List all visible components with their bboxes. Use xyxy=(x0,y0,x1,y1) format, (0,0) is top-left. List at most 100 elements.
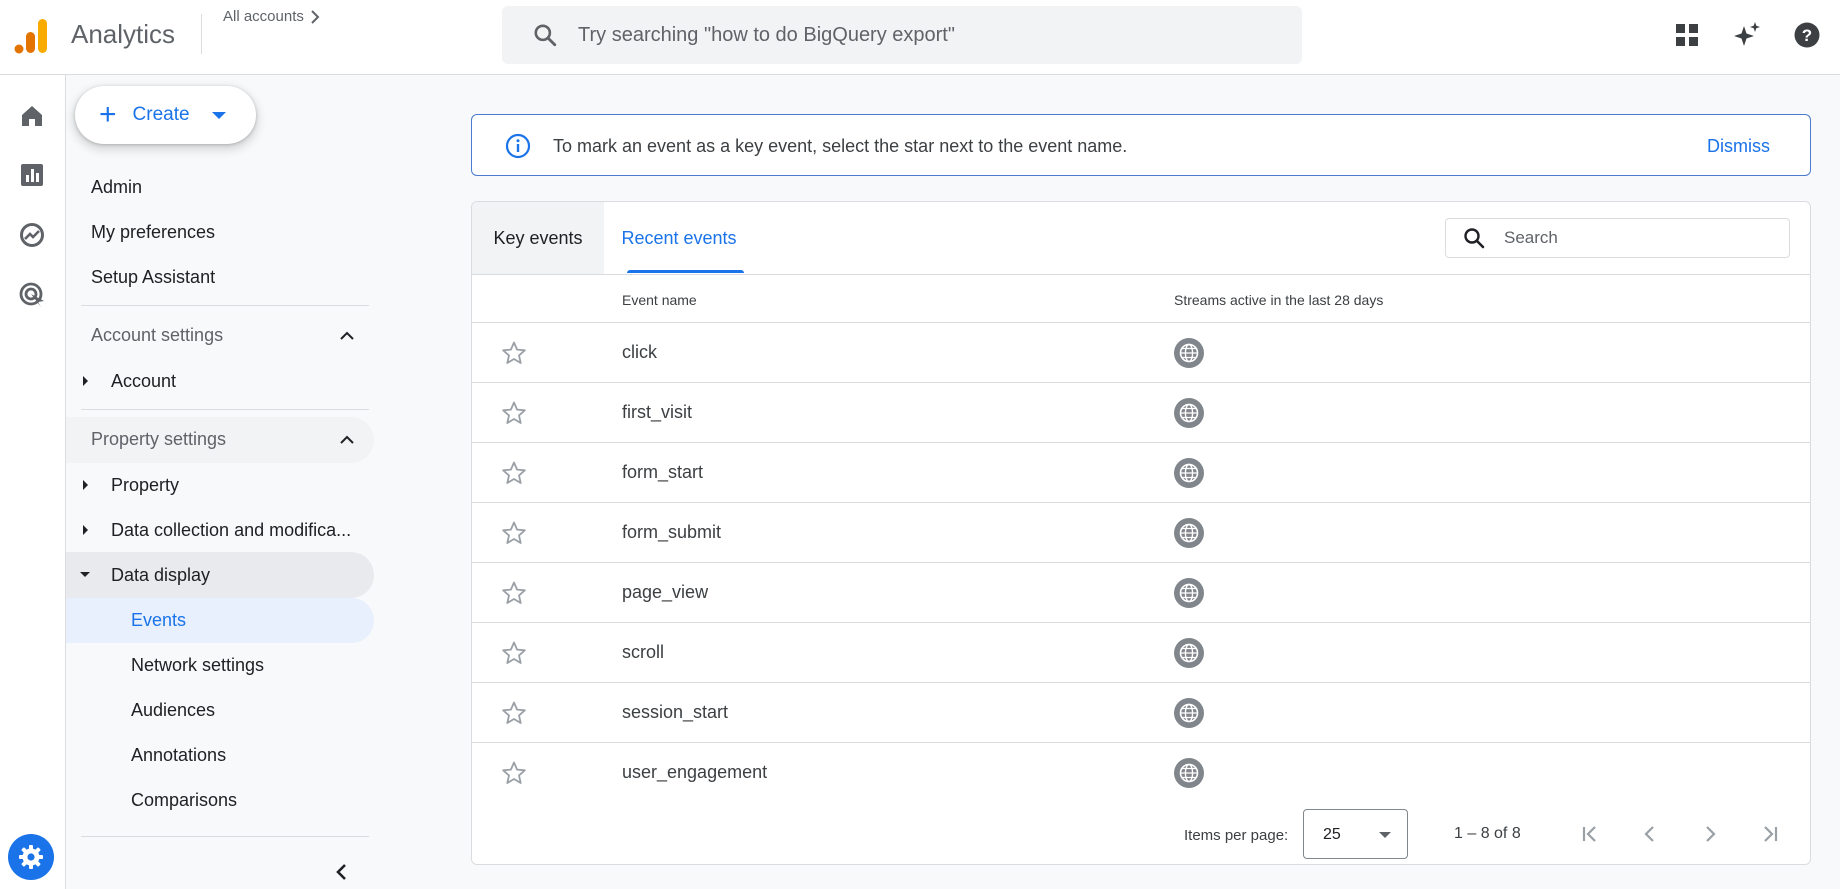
star-icon[interactable] xyxy=(501,580,527,606)
home-icon[interactable] xyxy=(18,102,46,130)
globe-icon xyxy=(1174,398,1204,428)
account-settings-header[interactable]: Account settings xyxy=(91,325,223,346)
event-name: click xyxy=(622,342,657,362)
create-button[interactable]: + Create xyxy=(75,86,256,144)
event-name: form_submit xyxy=(622,522,722,542)
sparkle-icon[interactable] xyxy=(1732,20,1762,50)
globe-icon xyxy=(1174,578,1204,608)
nav-events[interactable]: Events xyxy=(131,610,186,631)
chevron-up-icon[interactable] xyxy=(338,431,356,449)
search-icon xyxy=(1464,228,1485,249)
table-row[interactable]: session_start xyxy=(472,682,1810,742)
nav-account[interactable]: Account xyxy=(111,371,176,392)
table-row[interactable]: click xyxy=(472,322,1810,382)
star-icon[interactable] xyxy=(501,520,527,546)
events-card: Key events Recent events Event name Stre… xyxy=(471,201,1811,865)
caret-down-icon xyxy=(1379,832,1391,838)
banner-message: To mark an event as a key event, select … xyxy=(553,136,1128,156)
table-row[interactable]: page_view xyxy=(472,562,1810,622)
nav-network-settings[interactable]: Network settings xyxy=(131,655,264,676)
star-icon[interactable] xyxy=(501,700,527,726)
column-header-event-name[interactable]: Event name xyxy=(622,292,697,308)
nav-admin[interactable]: Admin xyxy=(91,177,142,198)
first-page-icon[interactable] xyxy=(1578,822,1602,846)
next-page-icon[interactable] xyxy=(1698,822,1722,846)
table-row[interactable]: form_submit xyxy=(472,502,1810,562)
settings-button[interactable] xyxy=(8,834,54,880)
table-row[interactable]: user_engagement xyxy=(472,742,1810,802)
nav-data-display[interactable]: Data display xyxy=(111,565,210,586)
event-name: form_start xyxy=(622,462,704,482)
nav-audiences[interactable]: Audiences xyxy=(131,700,215,721)
expand-arrow-icon[interactable] xyxy=(83,480,88,490)
app-title: Analytics xyxy=(71,19,176,49)
info-banner: To mark an event as a key event, select … xyxy=(471,114,1811,176)
expand-arrow-icon[interactable] xyxy=(83,525,88,535)
nav-property[interactable]: Property xyxy=(111,475,179,496)
left-rail xyxy=(0,75,66,889)
analytics-logo[interactable] xyxy=(14,18,48,54)
help-icon[interactable]: ? xyxy=(1792,20,1822,50)
globe-icon xyxy=(1174,338,1204,368)
create-label: Create xyxy=(132,104,190,125)
nav-divider xyxy=(81,836,369,837)
expand-arrow-icon[interactable] xyxy=(83,376,88,386)
tab-recent-events[interactable]: Recent events xyxy=(604,202,754,274)
previous-page-icon[interactable] xyxy=(1638,822,1662,846)
column-header-streams[interactable]: Streams active in the last 28 days xyxy=(1174,292,1383,308)
explore-icon[interactable] xyxy=(18,221,46,249)
star-icon[interactable] xyxy=(501,760,527,786)
svg-text:?: ? xyxy=(1802,26,1812,45)
settings-icon xyxy=(19,845,43,869)
globe-icon xyxy=(1174,758,1204,788)
event-name: scroll xyxy=(622,642,665,662)
nav-divider xyxy=(81,409,369,410)
pagination-range: 1 – 8 of 8 xyxy=(1454,825,1521,842)
table-row[interactable]: first_visit xyxy=(472,382,1810,442)
collapse-arrow-icon[interactable] xyxy=(80,572,90,577)
chevron-right-icon xyxy=(311,9,320,24)
nav-annotations[interactable]: Annotations xyxy=(131,745,226,766)
star-icon[interactable] xyxy=(501,460,527,486)
events-search[interactable] xyxy=(1445,218,1790,258)
globe-icon xyxy=(1174,638,1204,668)
dismiss-button[interactable]: Dismiss xyxy=(1707,136,1770,157)
info-icon xyxy=(505,133,531,159)
event-name: user_engagement xyxy=(622,762,768,782)
global-search-input[interactable] xyxy=(578,23,1278,47)
items-per-page-select[interactable]: 25 xyxy=(1303,809,1408,859)
globe-icon xyxy=(1174,518,1204,548)
events-highlight xyxy=(66,598,374,643)
star-icon[interactable] xyxy=(501,340,527,366)
table-row[interactable]: scroll xyxy=(472,622,1810,682)
reports-icon[interactable] xyxy=(18,161,46,189)
table-row[interactable]: form_start xyxy=(472,442,1810,502)
all-accounts-breadcrumb[interactable]: All accounts xyxy=(223,8,320,25)
last-page-icon[interactable] xyxy=(1758,822,1782,846)
items-per-page-value: 25 xyxy=(1323,826,1341,843)
advertising-icon[interactable] xyxy=(18,281,46,309)
globe-icon xyxy=(1174,698,1204,728)
nav-comparisons[interactable]: Comparisons xyxy=(131,790,237,811)
caret-down-icon xyxy=(211,111,226,119)
global-search[interactable] xyxy=(502,6,1302,64)
breadcrumb-label: All accounts xyxy=(223,8,304,25)
events-search-input[interactable] xyxy=(1504,228,1774,248)
property-settings-header[interactable]: Property settings xyxy=(91,429,226,450)
apps-grid-icon[interactable] xyxy=(1672,20,1702,50)
nav-data-collection[interactable]: Data collection and modifica... xyxy=(111,520,351,541)
event-name: first_visit xyxy=(622,402,693,422)
event-name: page_view xyxy=(622,582,709,602)
nav-my-preferences[interactable]: My preferences xyxy=(91,222,215,243)
star-icon[interactable] xyxy=(501,400,527,426)
chevron-up-icon[interactable] xyxy=(338,327,356,345)
plus-icon: + xyxy=(99,98,117,131)
nav-divider xyxy=(81,305,369,306)
chevron-left-icon[interactable] xyxy=(330,860,354,884)
search-icon xyxy=(534,24,557,47)
top-bar: Analytics All accounts ? xyxy=(0,0,1840,75)
items-per-page-label: Items per page: xyxy=(1184,827,1289,844)
nav-setup-assistant[interactable]: Setup Assistant xyxy=(91,267,215,288)
star-icon[interactable] xyxy=(501,640,527,666)
tab-key-events[interactable]: Key events xyxy=(472,202,604,274)
